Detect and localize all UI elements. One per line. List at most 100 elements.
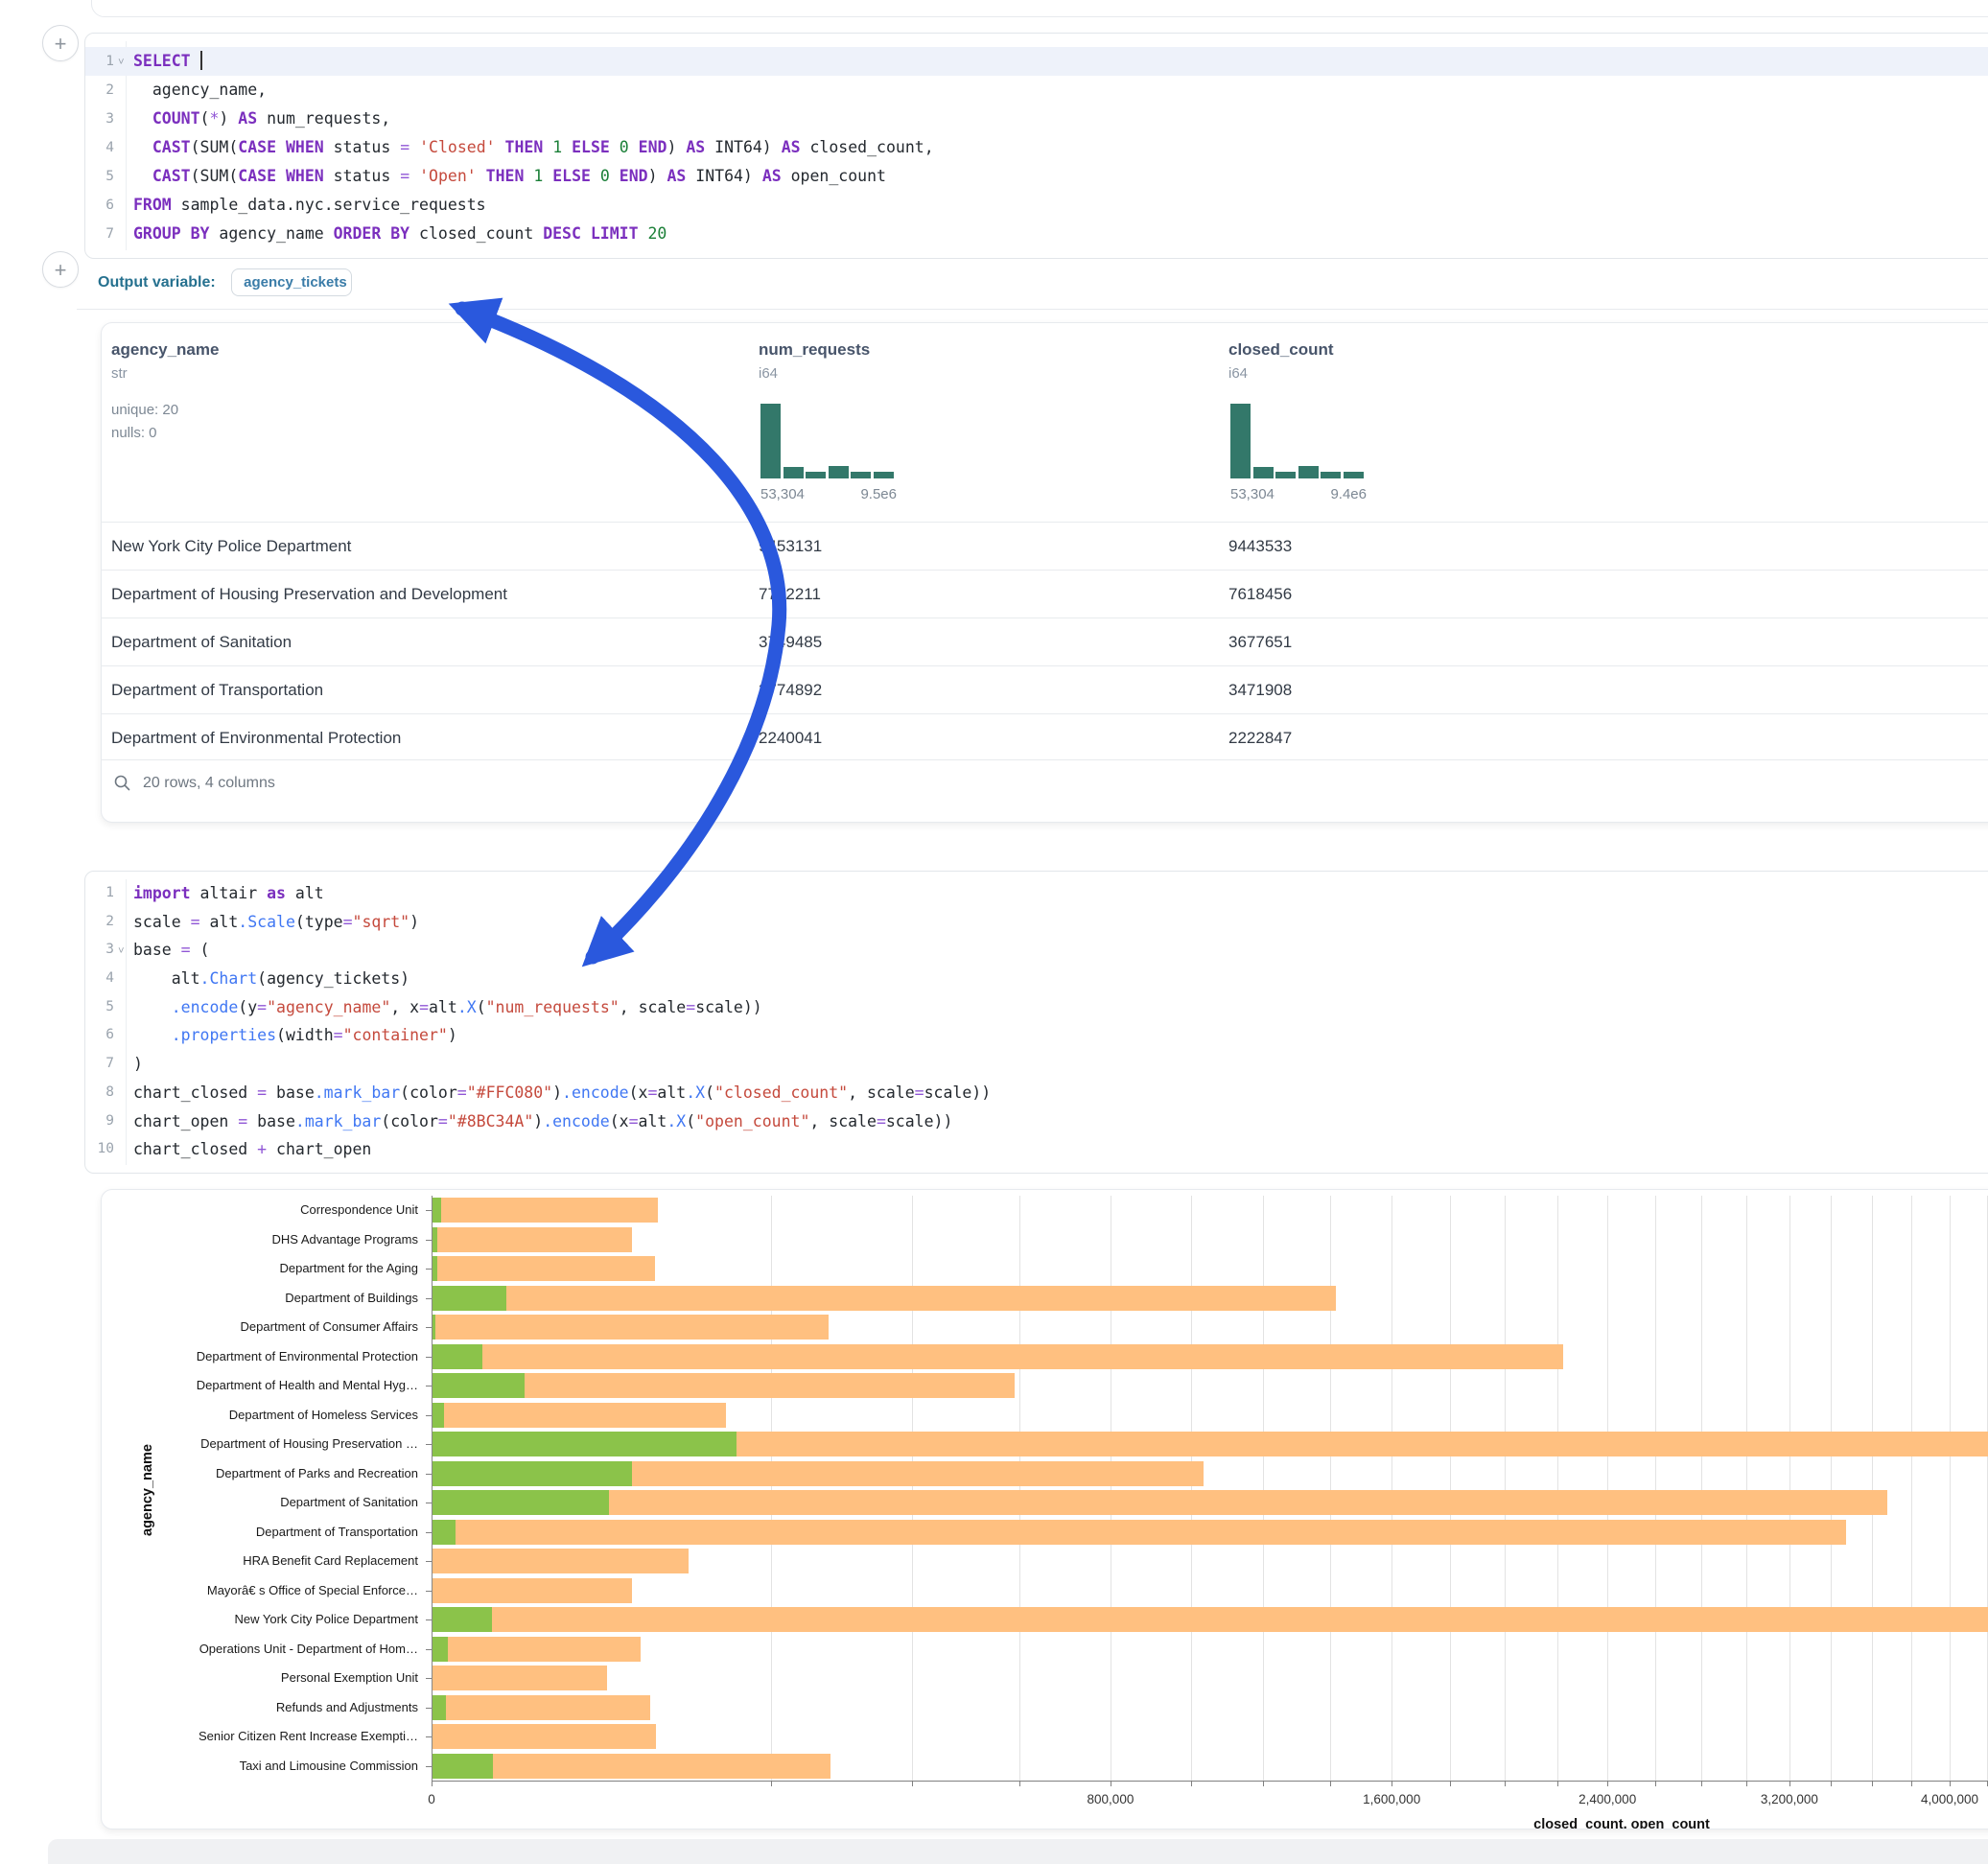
- column-header-num-requests: num_requests: [759, 340, 870, 360]
- line-number: 2: [85, 908, 114, 937]
- code-line-8[interactable]: 8chart_closed = base.mark_bar(color="#FF…: [85, 1079, 1988, 1107]
- y-axis-label: Operations Unit - Department of Hom…: [102, 1642, 418, 1657]
- add-cell-button-top[interactable]: +: [42, 25, 79, 61]
- gridline: [1789, 1196, 1790, 1781]
- x-axis-tick-label: 1,600,000: [1363, 1792, 1420, 1806]
- closed-count-bar: [432, 1344, 1563, 1369]
- python-cell[interactable]: 1import altair as alt2scale = alt.Scale(…: [84, 871, 1988, 1174]
- code-text: .properties(width="container"): [133, 1021, 457, 1050]
- y-axis-label: DHS Advantage Programs: [102, 1232, 418, 1247]
- gridline: [1950, 1196, 1951, 1781]
- code-line-4[interactable]: 4 CAST(SUM(CASE WHEN status = 'Closed' T…: [85, 133, 1988, 162]
- x-axis-tick: [1019, 1782, 1020, 1786]
- line-number: 8: [85, 1079, 114, 1107]
- code-line-9[interactable]: 9chart_open = base.mark_bar(color="#8BC3…: [85, 1107, 1988, 1136]
- line-number: 2: [85, 76, 114, 105]
- y-axis-label: Correspondence Unit: [102, 1202, 418, 1218]
- code-line-2[interactable]: 2 agency_name,: [85, 76, 1988, 105]
- layered-bar-chart: Correspondence Unit DHS Advantage Program…: [102, 1190, 1988, 1829]
- column-type-agency-name: str: [111, 365, 128, 382]
- line-number: 5: [85, 993, 114, 1022]
- closed-count-bar: [432, 1666, 607, 1690]
- x-axis-tick: [1831, 1782, 1832, 1786]
- y-axis-label: Department of Buildings: [102, 1291, 418, 1306]
- code-text: FROM sample_data.nyc.service_requests: [133, 191, 486, 220]
- line-number: 6: [85, 1021, 114, 1050]
- y-axis-label: Department of Consumer Affairs: [102, 1319, 418, 1335]
- code-line-10[interactable]: 10chart_closed + chart_open: [85, 1135, 1988, 1164]
- code-line-5[interactable]: 5 CAST(SUM(CASE WHEN status = 'Open' THE…: [85, 162, 1988, 191]
- code-line-3[interactable]: 3˅base = (: [85, 936, 1988, 965]
- code-text: COUNT(*) AS num_requests,: [133, 105, 390, 133]
- fold-chevron-icon[interactable]: ˅: [118, 937, 125, 966]
- code-line-1[interactable]: 1import altair as alt: [85, 879, 1988, 908]
- code-text: CAST(SUM(CASE WHEN status = 'Open' THEN …: [133, 162, 886, 191]
- table-row[interactable]: Department of Transportation377489234719…: [102, 665, 1988, 713]
- code-line-2[interactable]: 2scale = alt.Scale(type="sqrt"): [85, 908, 1988, 937]
- code-text: agency_name,: [133, 76, 267, 105]
- python-code-editor[interactable]: 1import altair as alt2scale = alt.Scale(…: [85, 879, 1988, 1173]
- x-axis-tick: [1872, 1782, 1873, 1786]
- output-variable-pill[interactable]: agency_tickets: [231, 268, 352, 296]
- code-line-6[interactable]: 6 .properties(width="container"): [85, 1021, 1988, 1050]
- closed-count-bar: [432, 1315, 829, 1340]
- table-cell: Department of Housing Preservation and D…: [111, 571, 507, 617]
- table-cell: 3749485: [759, 618, 822, 665]
- section-divider: [77, 309, 1988, 310]
- table-cell: 9443533: [1228, 523, 1292, 570]
- closed-count-hist-max: 9.4e6: [1328, 486, 1367, 502]
- output-variable-label: Output variable:: [98, 274, 216, 291]
- open-count-bar: [432, 1373, 525, 1398]
- x-axis-tick: [1950, 1782, 1951, 1786]
- x-axis-line: [432, 1781, 1988, 1782]
- closed-count-bar: [432, 1724, 656, 1749]
- y-axis-label: Department of Environmental Protection: [102, 1349, 418, 1364]
- histogram-bar: [851, 472, 871, 478]
- gridline: [1330, 1196, 1331, 1781]
- code-text: GROUP BY agency_name ORDER BY closed_cou…: [133, 220, 667, 248]
- x-axis-tick-label: 4,000,000: [1921, 1792, 1978, 1806]
- closed-count-hist-min: 53,304: [1230, 486, 1275, 502]
- table-cell: 2240041: [759, 714, 822, 761]
- search-icon[interactable]: [113, 774, 131, 792]
- histogram-bar: [1344, 472, 1364, 478]
- code-line-1[interactable]: 1˅SELECT: [85, 47, 1988, 76]
- line-number: 3: [85, 936, 114, 965]
- code-line-4[interactable]: 4 alt.Chart(agency_tickets): [85, 965, 1988, 993]
- open-count-bar: [432, 1286, 506, 1311]
- gridline: [1450, 1196, 1451, 1781]
- x-axis-tick-label: 800,000: [1088, 1792, 1134, 1806]
- x-axis-title: closed_count, open_count: [1533, 1817, 1710, 1829]
- x-axis-tick: [1607, 1782, 1608, 1786]
- code-line-3[interactable]: 3 COUNT(*) AS num_requests,: [85, 105, 1988, 133]
- code-line-6[interactable]: 6FROM sample_data.nyc.service_requests: [85, 191, 1988, 220]
- histogram-bar: [1321, 472, 1341, 478]
- table-row[interactable]: New York City Police Department945313194…: [102, 522, 1988, 570]
- line-number: 3: [85, 105, 114, 133]
- column-header-agency-name: agency_name: [111, 340, 219, 360]
- closed-count-bar: [432, 1490, 1887, 1515]
- table-row[interactable]: Department of Environmental Protection22…: [102, 713, 1988, 761]
- code-line-5[interactable]: 5 .encode(y="agency_name", x=alt.X("num_…: [85, 993, 1988, 1022]
- x-axis-tick-label: 0: [428, 1792, 435, 1806]
- table-cell: 3471908: [1228, 666, 1292, 713]
- sql-cell[interactable]: 1˅SELECT 2 agency_name,3 COUNT(*) AS num…: [84, 33, 1988, 259]
- x-axis-tick: [1557, 1782, 1558, 1786]
- code-line-7[interactable]: 7GROUP BY agency_name ORDER BY closed_co…: [85, 220, 1988, 248]
- table-row[interactable]: Department of Housing Preservation and D…: [102, 570, 1988, 617]
- y-axis-domain-line: [432, 1196, 433, 1781]
- code-line-7[interactable]: 7): [85, 1050, 1988, 1079]
- open-count-bar: [432, 1695, 446, 1720]
- add-cell-button-middle[interactable]: +: [42, 251, 79, 288]
- open-count-bar: [432, 1461, 632, 1486]
- fold-chevron-icon[interactable]: ˅: [118, 48, 125, 77]
- x-axis-tick: [1330, 1782, 1331, 1786]
- y-axis-label: New York City Police Department: [102, 1612, 418, 1627]
- closed-count-bar: [432, 1549, 689, 1573]
- x-axis-tick: [1191, 1782, 1192, 1786]
- table-row[interactable]: Department of Sanitation37494853677651: [102, 617, 1988, 665]
- open-count-bar: [432, 1607, 492, 1632]
- table-cell: 3774892: [759, 666, 822, 713]
- sql-code-editor[interactable]: 1˅SELECT 2 agency_name,3 COUNT(*) AS num…: [85, 47, 1988, 258]
- histogram-bar: [784, 467, 804, 478]
